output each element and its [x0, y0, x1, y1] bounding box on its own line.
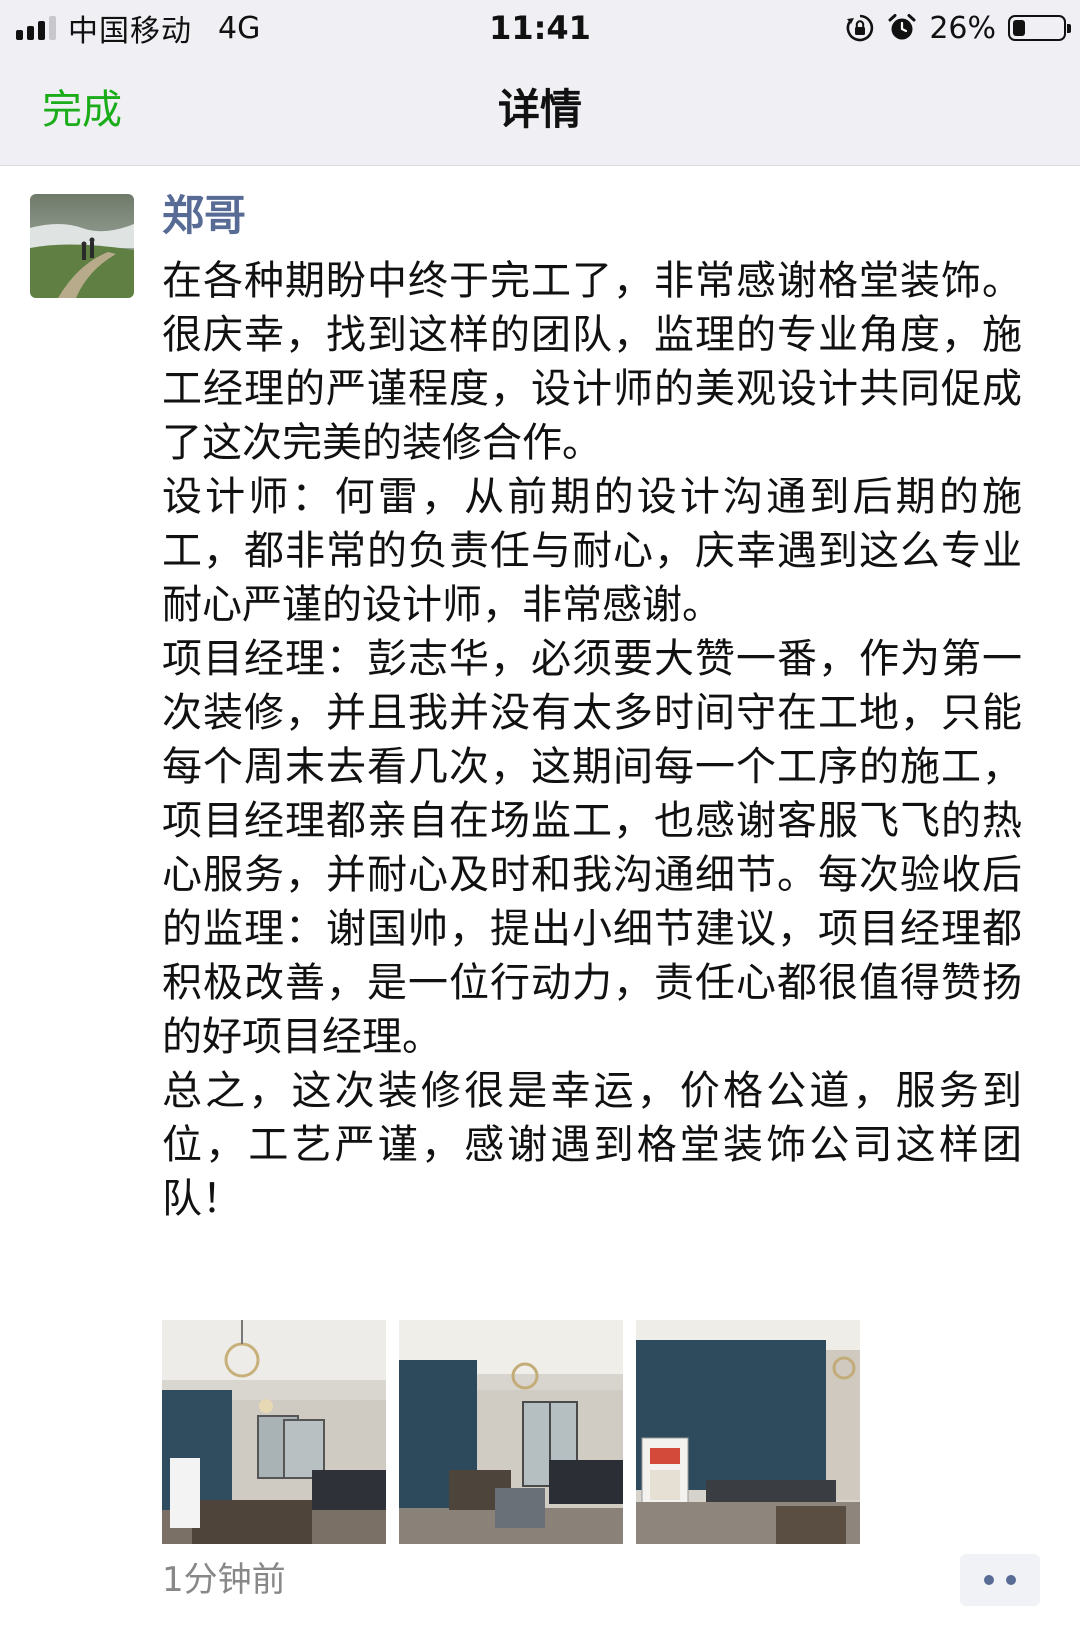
navigation-bar: 完成 详情: [0, 56, 1080, 166]
living-room-photo-1[interactable]: [162, 1320, 386, 1544]
paragraph-2: 设计师：何雷，从前期的设计沟通到后期的施工，都非常的负责任与耐心，庆幸遇到这么专…: [162, 474, 1022, 628]
living-room-photo-3[interactable]: [636, 1320, 860, 1544]
orientation-lock-icon: [845, 13, 875, 43]
moment-post: 郑哥 在各种期盼中终于完工了，非常感谢格堂装饰。很庆幸，找到这样的团队，监理的专…: [0, 166, 1080, 1626]
page-title: 详情: [497, 85, 582, 134]
post-content: 在各种期盼中终于完工了，非常感谢格堂装饰。很庆幸，找到这样的团队，监理的专业角度…: [162, 254, 1022, 1226]
living-room-photo-2[interactable]: [399, 1320, 623, 1544]
paragraph-1: 在各种期盼中终于完工了，非常感谢格堂装饰。很庆幸，找到这样的团队，监理的专业角度…: [162, 258, 1022, 466]
more-dot-icon: [1006, 1575, 1016, 1585]
battery-icon: [1008, 15, 1071, 41]
status-right: 26%: [845, 8, 1071, 48]
paragraph-4: 总之，这次装修很是幸运，价格公道，服务到位，工艺严谨，感谢遇到格堂装饰公司这样团…: [162, 1068, 1022, 1222]
more-dot-icon: [984, 1575, 994, 1585]
alarm-icon: [887, 13, 917, 43]
battery-fill: [1013, 20, 1025, 36]
more-actions-button[interactable]: [960, 1554, 1040, 1606]
avatar[interactable]: [30, 194, 134, 298]
battery-percent: 26%: [929, 10, 996, 46]
post-timestamp: 1分钟前: [162, 1560, 286, 1600]
paragraph-3: 项目经理：彭志华，必须要大赞一番，作为第一次装修，并且我并没有太多时间守在工地，…: [162, 636, 1022, 1060]
status-bar: 中国移动 4G 11:41 26%: [0, 0, 1080, 56]
photo-grid: [162, 1320, 860, 1544]
author-name[interactable]: 郑哥: [162, 188, 246, 244]
